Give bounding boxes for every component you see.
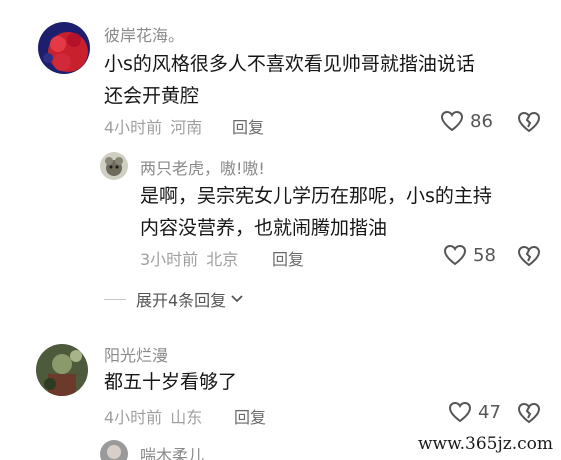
- like-count: 47: [478, 401, 501, 423]
- broken-heart-icon: [517, 111, 541, 133]
- reply-button[interactable]: 回复: [272, 246, 304, 270]
- reply-meta: 3小时前 北京: [140, 246, 238, 270]
- comment-meta: 4小时前 河南: [104, 114, 202, 138]
- expand-replies-label: 展开4条回复: [136, 291, 227, 310]
- comment-text-line: 都五十岁看够了: [104, 371, 238, 393]
- like-button[interactable]: 86: [440, 110, 493, 132]
- heart-outline-icon: [440, 110, 464, 132]
- comment-time: 4小时前: [104, 118, 163, 137]
- dislike-button[interactable]: [517, 402, 541, 428]
- avatar[interactable]: [38, 22, 90, 74]
- reply-username[interactable]: 喘木柔儿: [140, 442, 204, 460]
- heart-outline-icon: [448, 401, 472, 423]
- like-count: 58: [473, 244, 496, 266]
- avatar[interactable]: [100, 152, 128, 180]
- broken-heart-icon: [517, 402, 541, 424]
- heart-outline-icon: [443, 244, 467, 266]
- chevron-down-icon: [231, 295, 243, 303]
- expand-replies-button[interactable]: 展开4条回复: [104, 287, 244, 311]
- reply-username[interactable]: 两只老虎，嗷!嗷!: [140, 155, 265, 179]
- reply-text-line: 是啊，吴宗宪女儿学历在那呢，小s的主持: [140, 185, 492, 207]
- like-button[interactable]: 58: [443, 244, 496, 266]
- avatar[interactable]: [36, 344, 88, 396]
- comment-location: 河南: [170, 118, 203, 137]
- reply-location: 北京: [206, 250, 239, 269]
- like-count: 86: [470, 110, 493, 132]
- comment-username[interactable]: 彼岸花海。: [104, 22, 184, 46]
- reply-button[interactable]: 回复: [232, 114, 264, 138]
- reply-time: 3小时前: [140, 250, 199, 269]
- reply-button[interactable]: 回复: [234, 404, 266, 428]
- like-button[interactable]: 47: [448, 401, 501, 423]
- comment-meta: 4小时前 山东: [104, 404, 202, 428]
- dislike-button[interactable]: [517, 245, 541, 271]
- comment-location: 山东: [170, 408, 203, 427]
- avatar[interactable]: [100, 440, 128, 460]
- divider: [104, 298, 126, 300]
- dislike-button[interactable]: [517, 111, 541, 137]
- reply-text-line: 内容没营养，也就闹腾加揩油: [140, 217, 388, 239]
- comment-text-line: 小s的风格很多人不喜欢看见帅哥就揩油说话: [104, 53, 475, 75]
- comment-username[interactable]: 阳光烂漫: [104, 342, 168, 366]
- broken-heart-icon: [517, 245, 541, 267]
- comment-text-line: 还会开黄腔: [104, 85, 200, 107]
- watermark: www.365jz.com: [418, 434, 553, 454]
- comment-time: 4小时前: [104, 408, 163, 427]
